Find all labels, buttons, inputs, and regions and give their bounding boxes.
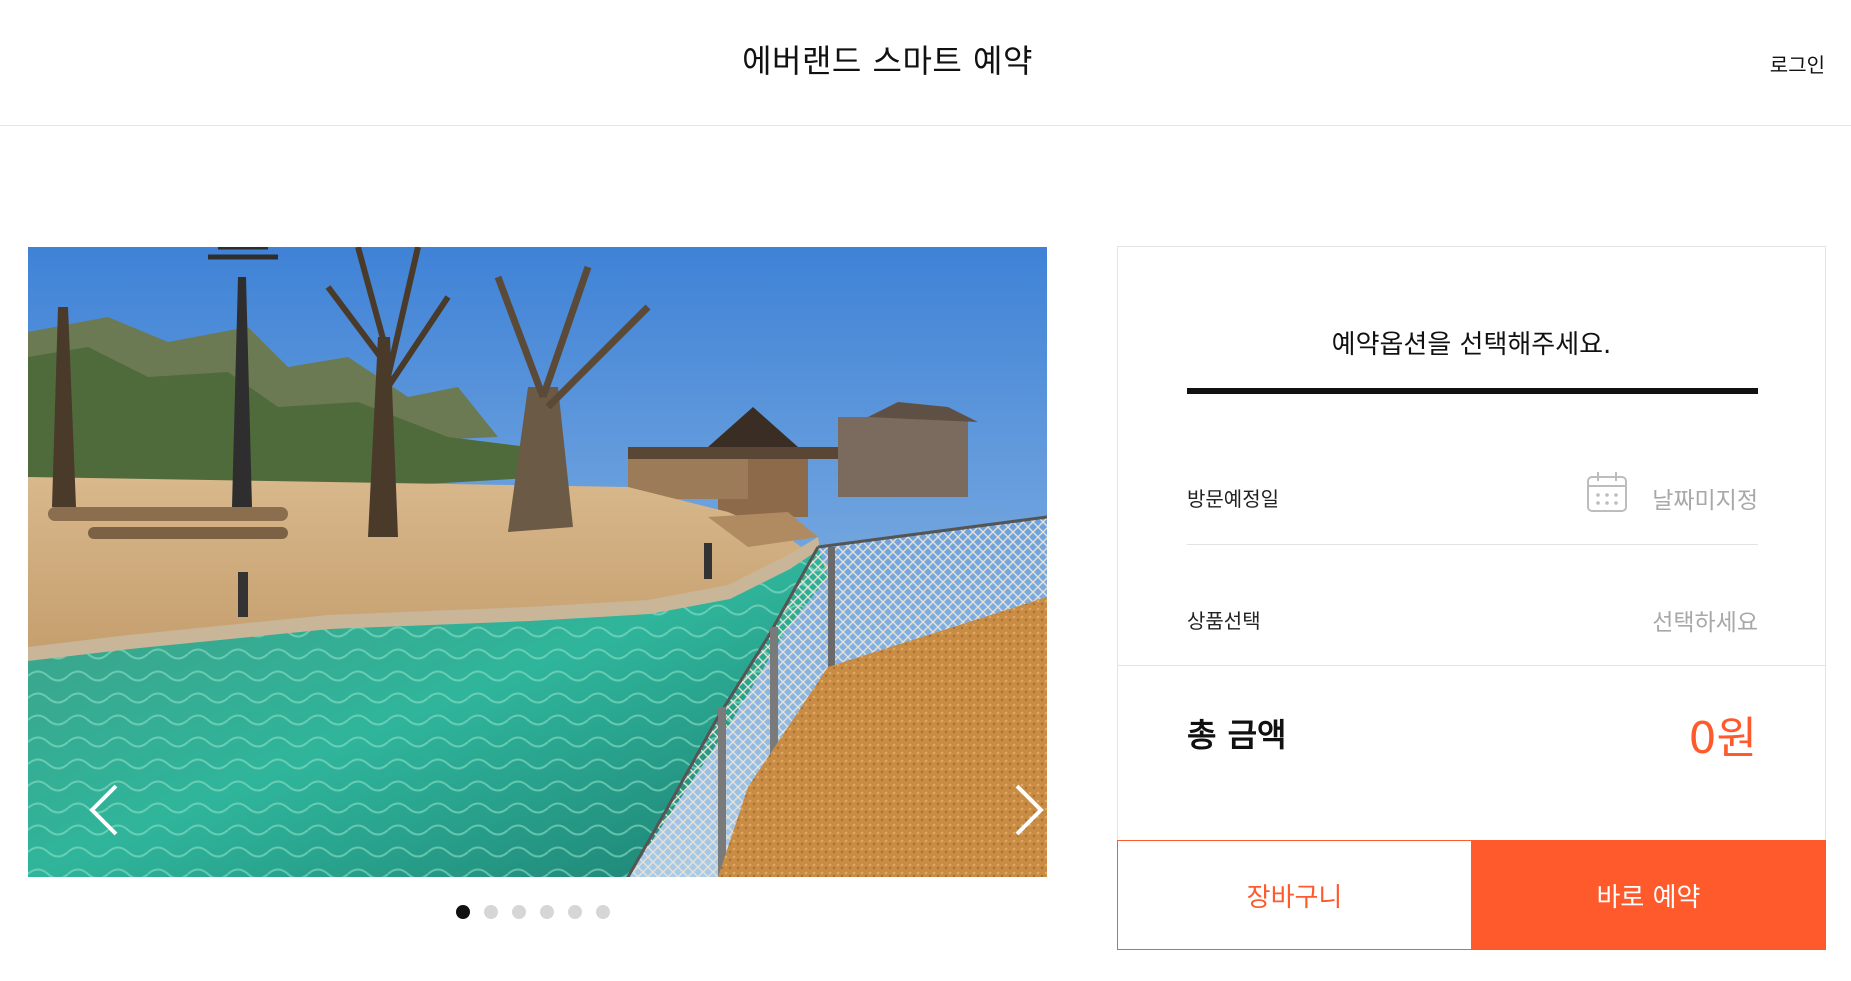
heading-divider (1187, 388, 1758, 394)
carousel-dot[interactable] (512, 905, 526, 919)
product-select-value[interactable]: 선택하세요 (1652, 603, 1758, 637)
top-header: 에버랜드 스마트 예약 로그인 (0, 0, 1851, 126)
booking-options-panel: 예약옵션을 선택해주세요. 방문예정일 날짜미지정 상품선택 선택하세요 (1117, 246, 1826, 666)
zoo-pond-photo (28, 247, 1047, 877)
carousel-dot[interactable] (456, 905, 470, 919)
carousel-pagination (456, 905, 610, 921)
total-amount-value: 0원 (1688, 713, 1757, 764)
cart-button[interactable]: 장바구니 (1117, 840, 1472, 950)
total-amount-box: 총 금액 0원 (1117, 665, 1826, 841)
carousel-dot[interactable] (484, 905, 498, 919)
carousel-dot[interactable] (568, 905, 582, 919)
login-link[interactable]: 로그인 (1770, 49, 1825, 78)
visit-date-label: 방문예정일 (1187, 487, 1279, 511)
calendar-icon[interactable] (1586, 471, 1628, 513)
image-carousel[interactable] (28, 247, 1047, 877)
product-select-label: 상품선택 (1187, 609, 1261, 633)
total-label: 총 금액 (1187, 716, 1287, 754)
product-select-row[interactable]: 상품선택 선택하세요 (1187, 547, 1758, 667)
visit-date-value[interactable]: 날짜미지정 (1652, 481, 1758, 515)
chevron-left-icon[interactable] (84, 782, 124, 838)
chevron-right-icon[interactable] (1009, 782, 1047, 838)
book-now-button[interactable]: 바로 예약 (1471, 840, 1826, 950)
page-title: 에버랜드 스마트 예약 (742, 42, 1033, 80)
visit-date-row[interactable]: 방문예정일 날짜미지정 (1187, 447, 1758, 545)
carousel-dot[interactable] (596, 905, 610, 919)
carousel-dot[interactable] (540, 905, 554, 919)
booking-heading: 예약옵션을 선택해주세요. (1331, 330, 1612, 360)
